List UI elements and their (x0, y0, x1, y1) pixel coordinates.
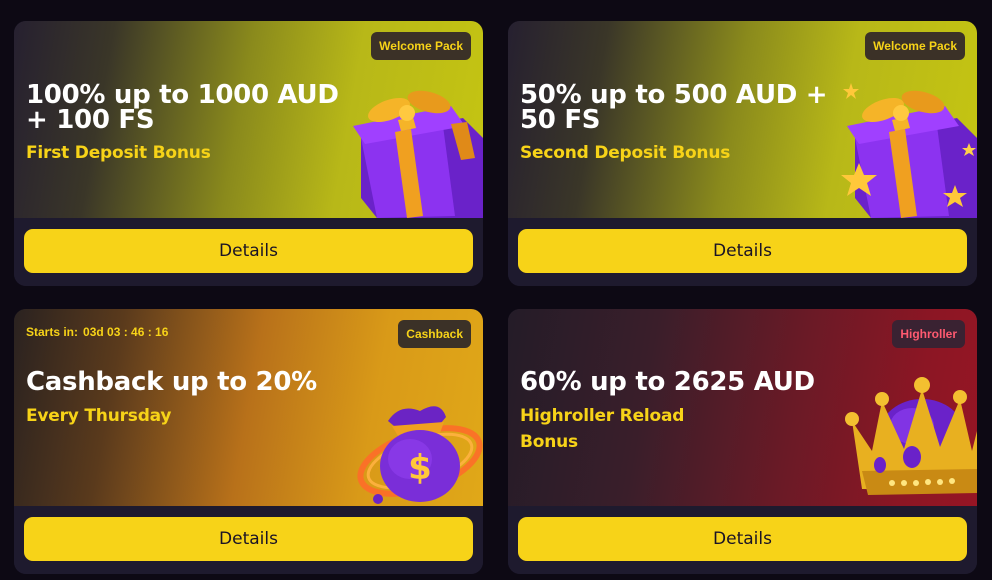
money-bag-icon: $ (357, 406, 483, 504)
gift-box-icon (353, 90, 483, 218)
category-badge: Highroller (892, 320, 965, 348)
promo-card-highroller: Highroller 60% up to 2625 AUD Highroller… (508, 309, 977, 574)
details-button[interactable]: Details (518, 517, 967, 561)
promo-banner: Highroller 60% up to 2625 AUD Highroller… (508, 309, 977, 506)
promo-banner: Starts in: 03d 03 : 46 : 16 Cashback Cash… (14, 309, 483, 506)
promo-title: 60% up to 2625 AUD (520, 367, 815, 397)
promo-card-second-deposit: Welcome Pack 50% up to 500 AUD + 50 FS S… (508, 21, 977, 286)
card-footer: Details (14, 218, 483, 286)
promo-title: Cashback up to 20% (26, 367, 317, 397)
timer-value: 03d 03 : 46 : 16 (83, 325, 169, 339)
svg-text:$: $ (408, 448, 432, 488)
promo-subtitle: Highroller Reload Bonus (520, 406, 685, 452)
gift-box-stars-icon (841, 83, 977, 218)
promo-title: 100% up to 1000 AUD + 100 FS (26, 80, 339, 135)
promo-card-cashback: Starts in: 03d 03 : 46 : 16 Cashback Cash… (14, 309, 483, 574)
promo-banner: Welcome Pack 100% up to 1000 AUD + 100 F… (14, 21, 483, 218)
promo-card-first-deposit: Welcome Pack 100% up to 1000 AUD + 100 F… (14, 21, 483, 286)
crown-icon (845, 377, 977, 495)
promo-banner: Welcome Pack 50% up to 500 AUD + 50 FS S… (508, 21, 977, 218)
promotions-grid: Welcome Pack 100% up to 1000 AUD + 100 F… (0, 0, 992, 580)
timer-label: Starts in: (26, 325, 79, 339)
details-button[interactable]: Details (24, 229, 473, 273)
category-badge: Welcome Pack (371, 32, 471, 60)
promo-subtitle: First Deposit Bonus (26, 143, 211, 163)
card-footer: Details (508, 506, 977, 574)
promo-subtitle: Every Thursday (26, 406, 172, 426)
card-footer: Details (14, 506, 483, 574)
promo-subtitle: Second Deposit Bonus (520, 143, 731, 163)
category-badge: Welcome Pack (865, 32, 965, 60)
category-badge: Cashback (398, 320, 471, 348)
promo-title: 50% up to 500 AUD + 50 FS (520, 80, 828, 135)
details-button[interactable]: Details (24, 517, 473, 561)
card-footer: Details (508, 218, 977, 286)
countdown-timer: Starts in: 03d 03 : 46 : 16 (26, 325, 173, 339)
details-button[interactable]: Details (518, 229, 967, 273)
